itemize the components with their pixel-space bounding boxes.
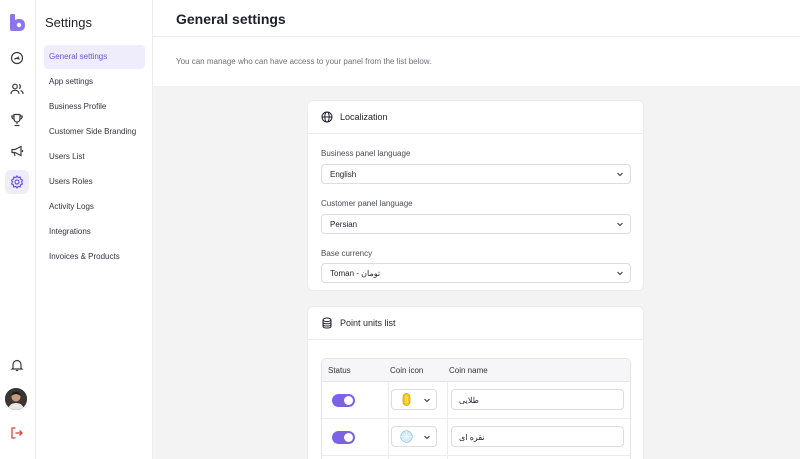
icon-rail bbox=[0, 0, 36, 459]
localization-title: Localization bbox=[340, 112, 388, 122]
silver-coin-icon bbox=[400, 430, 413, 443]
localization-card: Localization Business panel language Eng… bbox=[307, 100, 644, 291]
coin-icon-select[interactable] bbox=[391, 389, 437, 410]
customer-language-value: Persian bbox=[330, 220, 358, 229]
currency-value: Toman - تومان bbox=[330, 269, 381, 278]
coin-name-value: طلایی bbox=[459, 396, 480, 405]
sidebar-title: Settings bbox=[45, 15, 92, 30]
sidebar-item-integrations[interactable]: Integrations bbox=[44, 220, 145, 244]
business-language-value: English bbox=[330, 170, 357, 179]
chevron-down-icon bbox=[424, 398, 430, 403]
status-toggle[interactable] bbox=[332, 431, 355, 444]
trophy-icon[interactable] bbox=[5, 108, 29, 132]
business-language-label: Business panel language bbox=[321, 149, 411, 158]
main-content: General settings You can manage who can … bbox=[153, 0, 800, 459]
column-header-coin-icon: Coin icon bbox=[390, 366, 424, 375]
currency-select[interactable]: Toman - تومان bbox=[321, 263, 631, 283]
column-header-coin-name: Coin name bbox=[449, 366, 488, 375]
coin-icon-select[interactable] bbox=[391, 426, 437, 447]
chevron-down-icon bbox=[617, 172, 623, 177]
dashboard-icon[interactable] bbox=[5, 46, 29, 70]
bell-icon[interactable] bbox=[5, 353, 29, 377]
page-subtitle: You can manage who can have access to yo… bbox=[176, 57, 432, 66]
sidebar-item-general-settings[interactable]: General settings bbox=[44, 45, 145, 69]
chevron-down-icon bbox=[617, 271, 623, 276]
coins-stack-icon bbox=[322, 317, 332, 329]
gear-icon[interactable] bbox=[5, 170, 29, 194]
business-language-select[interactable]: English bbox=[321, 164, 631, 184]
column-header-status: Status bbox=[328, 366, 351, 375]
currency-label: Base currency bbox=[321, 249, 373, 258]
point-units-title: Point units list bbox=[340, 318, 396, 328]
status-toggle[interactable] bbox=[332, 394, 355, 407]
point-units-header: Point units list bbox=[308, 307, 643, 340]
table-row: نقره ای bbox=[322, 419, 630, 456]
sidebar-item-invoices-products[interactable]: Invoices & Products bbox=[44, 245, 145, 269]
users-icon[interactable] bbox=[5, 77, 29, 101]
page-title: General settings bbox=[176, 11, 286, 27]
page-subheader: You can manage who can have access to yo… bbox=[153, 37, 800, 86]
megaphone-icon[interactable] bbox=[5, 139, 29, 163]
avatar[interactable] bbox=[5, 388, 27, 410]
coin-name-input[interactable]: طلایی bbox=[451, 389, 624, 410]
gold-coin-icon bbox=[402, 393, 411, 406]
customer-language-select[interactable]: Persian bbox=[321, 214, 631, 234]
sidebar-item-users-list[interactable]: Users List bbox=[44, 145, 145, 169]
table-header: Status Coin icon Coin name bbox=[322, 359, 630, 382]
localization-header: Localization bbox=[308, 101, 643, 134]
settings-sidebar: Settings General settings App settings B… bbox=[36, 0, 153, 459]
chevron-down-icon bbox=[424, 435, 430, 440]
sidebar-item-activity-logs[interactable]: Activity Logs bbox=[44, 195, 145, 219]
coin-name-input[interactable]: نقره ای bbox=[451, 426, 624, 447]
logout-icon[interactable] bbox=[5, 421, 29, 445]
coin-name-value: نقره ای bbox=[459, 433, 485, 442]
sidebar-item-app-settings[interactable]: App settings bbox=[44, 70, 145, 94]
sidebar-item-customer-side-branding[interactable]: Customer Side Branding bbox=[44, 120, 145, 144]
point-units-card: Point units list Status Coin icon Coin n… bbox=[307, 306, 644, 459]
logo-icon[interactable] bbox=[8, 14, 26, 32]
customer-language-label: Customer panel language bbox=[321, 199, 413, 208]
page-header: General settings bbox=[153, 0, 800, 37]
table-row: طلایی bbox=[322, 382, 630, 419]
chevron-down-icon bbox=[617, 222, 623, 227]
sidebar-item-business-profile[interactable]: Business Profile bbox=[44, 95, 145, 119]
globe-icon bbox=[321, 111, 333, 123]
point-units-table: Status Coin icon Coin name طلایی نقره ای bbox=[321, 358, 631, 459]
sidebar-item-users-roles[interactable]: Users Roles bbox=[44, 170, 145, 194]
